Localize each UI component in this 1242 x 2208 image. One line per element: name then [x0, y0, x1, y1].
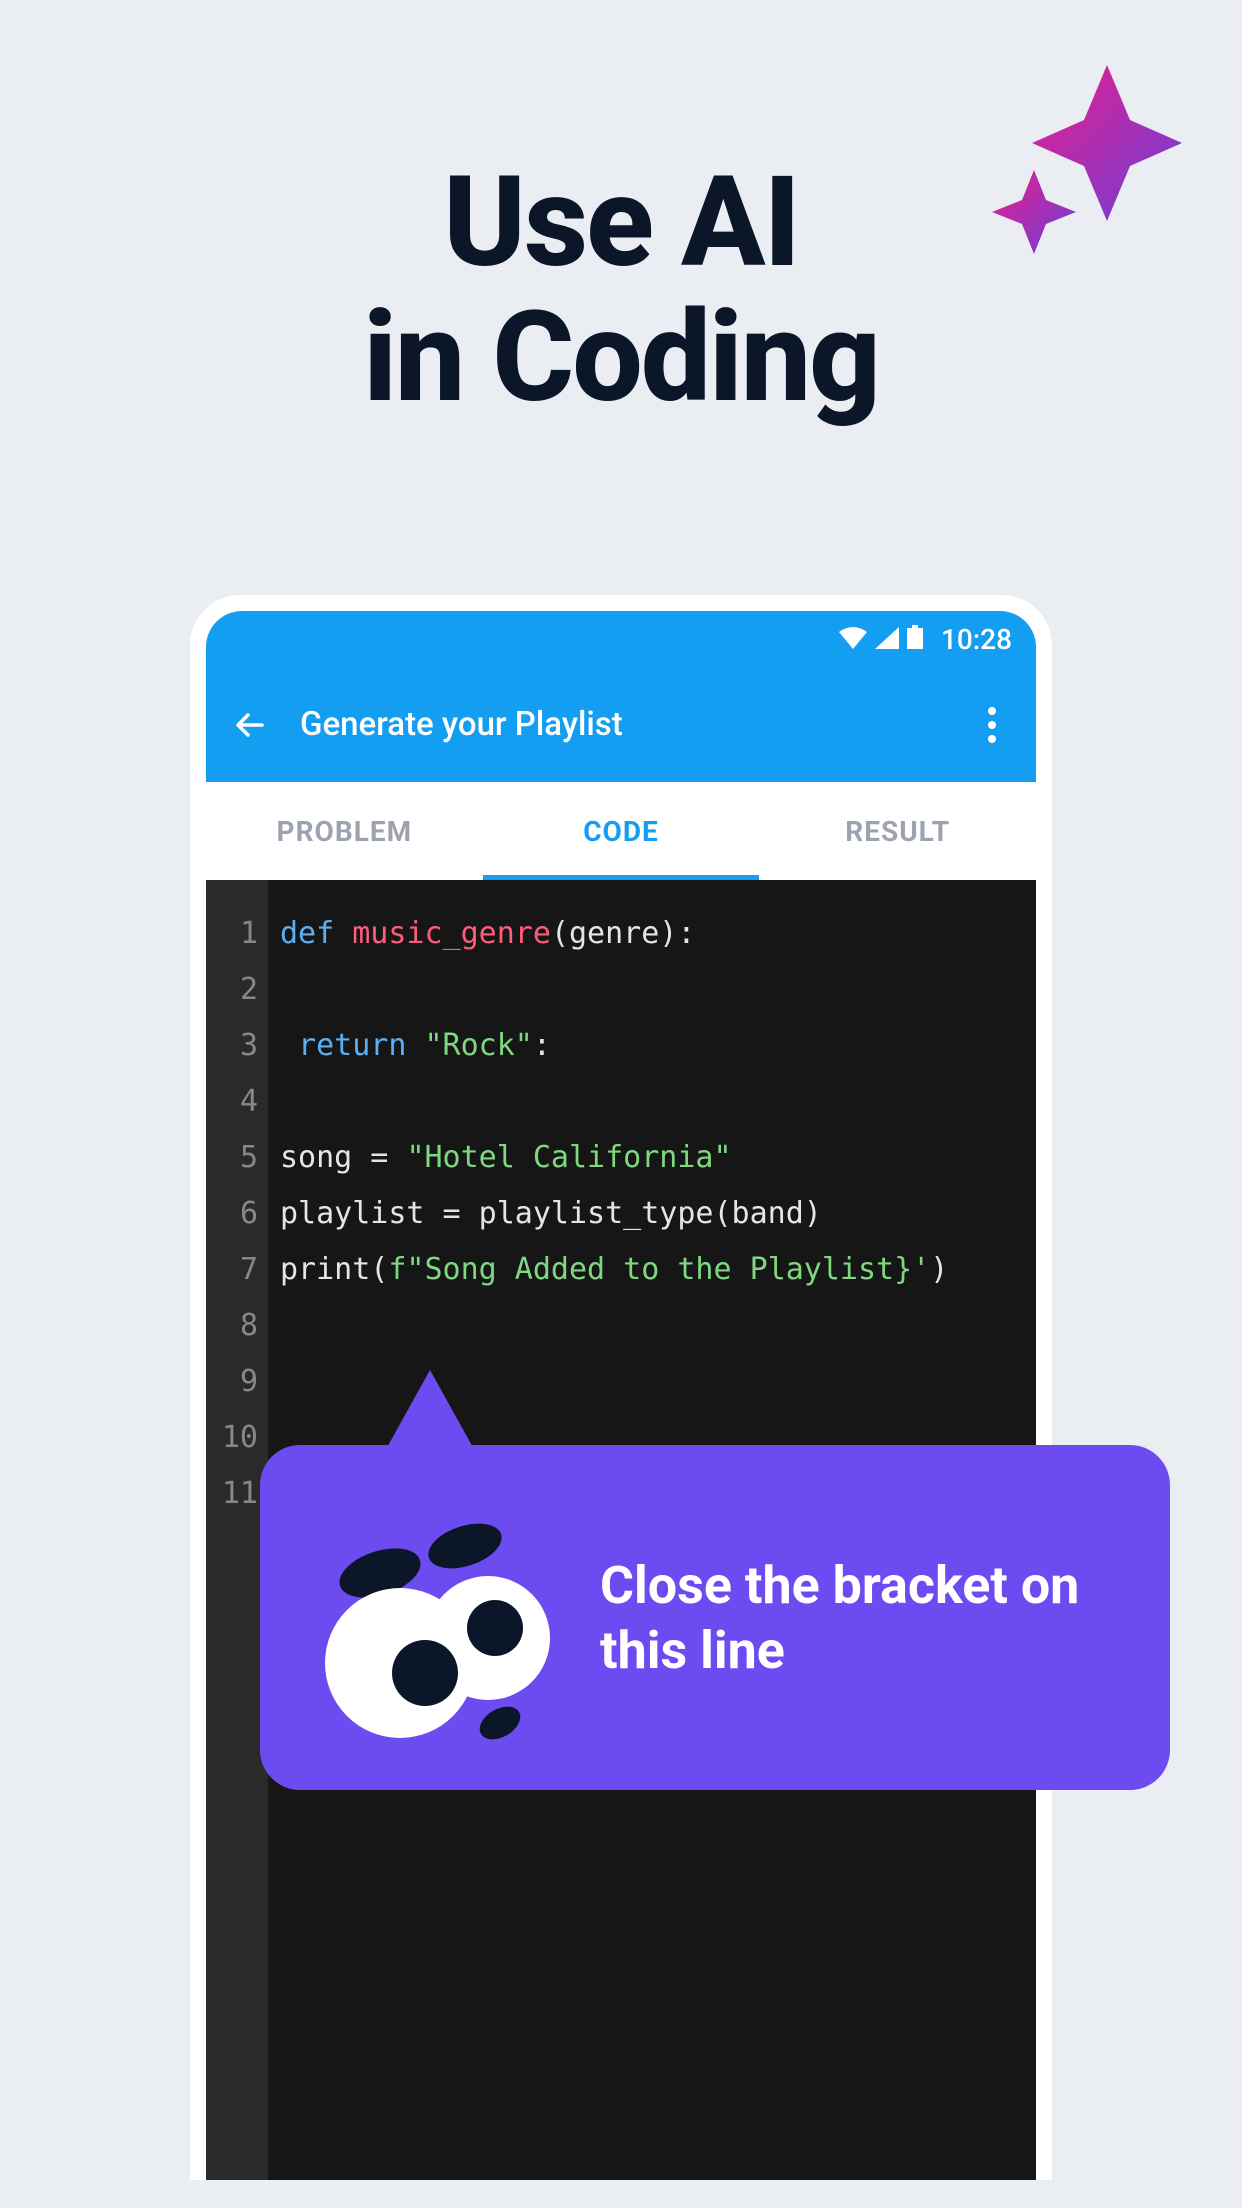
line-num: 8: [206, 1298, 258, 1354]
line-num: 7: [206, 1242, 258, 1298]
headline-line-1: Use AI: [443, 149, 799, 296]
app-title: Generate your Playlist: [300, 705, 972, 744]
tab-bar: PROBLEM CODE RESULT: [206, 782, 1036, 880]
line-num: 10: [206, 1410, 258, 1466]
line-num: 1: [206, 906, 258, 962]
tab-label: PROBLEM: [277, 815, 413, 848]
hero-headline: Use AI in Coding: [363, 155, 879, 425]
line-gutter: 1 2 3 4 5 6 7 8 9 10 11: [206, 880, 268, 2180]
tooltip-text: Close the bracket on this line: [600, 1553, 1120, 1683]
signal-icon: [875, 623, 899, 656]
headline-line-2: in Coding: [363, 284, 879, 431]
line-num: 6: [206, 1186, 258, 1242]
kodie-mascot-icon: [310, 1488, 570, 1748]
ai-tooltip[interactable]: Close the bracket on this line: [260, 1445, 1170, 1790]
tab-label: RESULT: [845, 815, 950, 848]
sparkle-icon: [992, 65, 1182, 269]
code-text: (genre):: [551, 916, 696, 951]
line-num: 3: [206, 1018, 258, 1074]
tooltip-tail: [380, 1370, 480, 1460]
phone-mockup: 10:28 Generate your Playlist PROBLEM COD…: [190, 595, 1052, 2180]
line-num: 2: [206, 962, 258, 1018]
status-bar: 10:28: [206, 611, 1036, 667]
line-num: 4: [206, 1074, 258, 1130]
line-num: 5: [206, 1130, 258, 1186]
tab-code[interactable]: CODE: [483, 782, 760, 880]
keyword: def: [280, 916, 334, 951]
code-text: playlist = playlist_type(band): [280, 1196, 822, 1231]
keyword: return: [298, 1028, 406, 1063]
line-num: 11: [206, 1466, 258, 1522]
string: f"Song Added to the Playlist}': [388, 1252, 930, 1287]
code-text: :: [533, 1028, 551, 1063]
function-name: music_genre: [352, 916, 551, 951]
battery-icon: [907, 623, 923, 656]
more-vert-icon[interactable]: [972, 705, 1012, 745]
code-text: print(: [280, 1252, 388, 1287]
tab-label: CODE: [583, 815, 659, 848]
code-text: ): [930, 1252, 948, 1287]
code-text: song =: [280, 1140, 406, 1175]
tab-problem[interactable]: PROBLEM: [206, 782, 483, 880]
string: "Rock": [425, 1028, 533, 1063]
string: "Hotel California": [406, 1140, 731, 1175]
tab-result[interactable]: RESULT: [759, 782, 1036, 880]
app-bar: Generate your Playlist: [206, 667, 1036, 782]
line-num: 9: [206, 1354, 258, 1410]
back-icon[interactable]: [230, 705, 270, 745]
wifi-icon: [839, 623, 867, 656]
status-time: 10:28: [941, 623, 1012, 656]
